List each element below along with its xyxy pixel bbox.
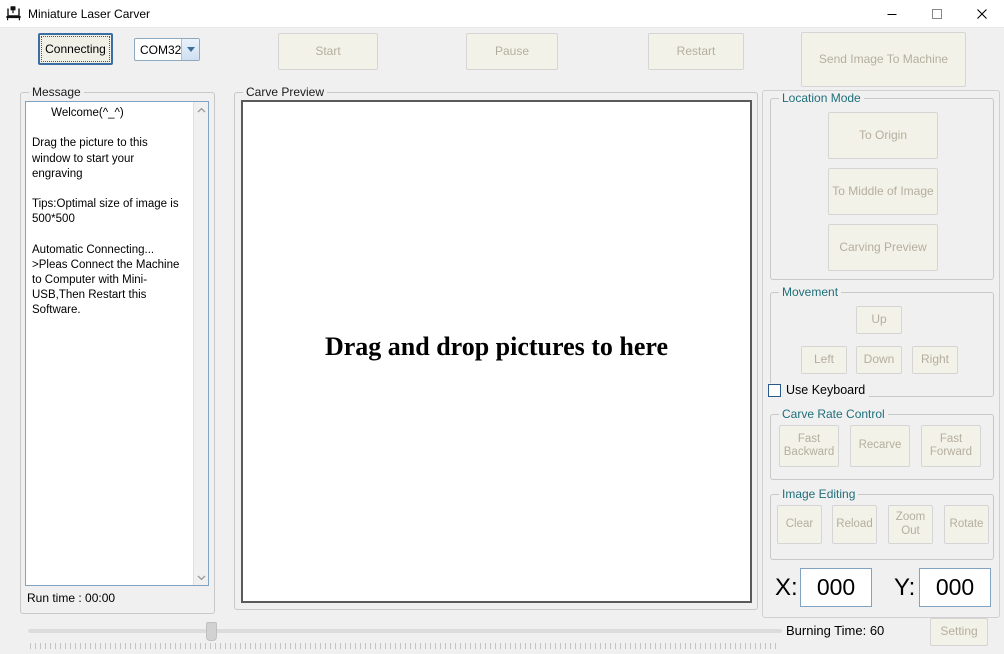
pause-button-label: Pause <box>494 43 530 58</box>
window-title: Miniature Laser Carver <box>28 6 151 21</box>
move-up-button[interactable]: Up <box>856 306 902 334</box>
scroll-up-icon[interactable] <box>194 102 209 118</box>
drop-hint-text: Drag and drop pictures to here <box>324 331 669 361</box>
message-group: Message Welcome(^_^) Drag the picture to… <box>20 85 215 614</box>
slider-thumb[interactable] <box>206 622 218 641</box>
message-scrollbar[interactable] <box>193 102 208 585</box>
fast-backward-label: Fast Backward <box>783 432 835 458</box>
use-keyboard-checkbox[interactable]: Use Keyboard <box>768 383 870 397</box>
carve-preview-group-label: Carve Preview <box>243 85 328 99</box>
rotate-button[interactable]: Rotate <box>944 505 989 544</box>
connect-button-label: Connecting <box>45 42 106 56</box>
title-bar: Miniature Laser Carver <box>0 0 1004 28</box>
zoom-out-button[interactable]: Zoom Out <box>888 505 933 544</box>
start-button[interactable]: Start <box>278 33 378 70</box>
clear-button[interactable]: Clear <box>777 505 822 544</box>
to-origin-label: To Origin <box>858 127 908 142</box>
start-button-label: Start <box>315 43 341 58</box>
move-left-button[interactable]: Left <box>801 346 847 374</box>
zoom-out-label: Zoom Out <box>895 511 926 537</box>
burning-time-slider[interactable] <box>28 620 782 650</box>
carve-preview-group: Carve Preview Drag and drop pictures to … <box>234 85 758 610</box>
carve-preview-canvas[interactable]: Drag and drop pictures to here <box>241 100 752 603</box>
y-coordinate-value: 000 <box>935 574 975 600</box>
restart-button[interactable]: Restart <box>648 33 744 70</box>
move-up-label: Up <box>871 312 887 327</box>
setting-button-label: Setting <box>940 624 978 639</box>
move-down-label: Down <box>863 352 895 367</box>
y-coordinate-label: Y: <box>894 574 916 601</box>
setting-button[interactable]: Setting <box>930 618 988 646</box>
minimize-button[interactable] <box>869 0 914 28</box>
to-middle-of-image-button[interactable]: To Middle of Image <box>828 168 938 215</box>
run-time-label: Run time : 00:00 <box>27 591 116 605</box>
close-button[interactable] <box>959 0 1004 28</box>
carving-preview-label: Carving Preview <box>839 239 927 254</box>
message-group-label: Message <box>29 85 84 99</box>
com-port-value: COM32 <box>140 42 182 57</box>
move-down-button[interactable]: Down <box>856 346 902 374</box>
window-controls <box>869 0 1004 28</box>
reload-button[interactable]: Reload <box>832 505 877 544</box>
rotate-label: Rotate <box>949 517 984 530</box>
connect-button[interactable]: Connecting <box>38 33 113 65</box>
carve-rate-control-group-label: Carve Rate Control <box>779 407 888 421</box>
app-window: Miniature Laser Carver Connecting COM32 … <box>0 0 1004 654</box>
location-mode-group-label: Location Mode <box>779 91 864 105</box>
restart-button-label: Restart <box>676 43 716 58</box>
checkbox-box-icon <box>768 383 781 397</box>
to-middle-of-image-label: To Middle of Image <box>832 183 934 198</box>
slider-tick-marks <box>30 643 780 649</box>
y-coordinate-field[interactable]: 000 <box>919 568 991 607</box>
pause-button[interactable]: Pause <box>466 33 558 70</box>
image-editing-group-label: Image Editing <box>779 487 859 501</box>
x-coordinate-value: 000 <box>816 574 856 600</box>
com-port-select[interactable]: COM32 <box>134 38 200 61</box>
carving-preview-button[interactable]: Carving Preview <box>828 224 938 271</box>
x-coordinate-label: X: <box>775 574 798 601</box>
send-image-to-machine-button[interactable]: Send Image To Machine <box>801 32 966 87</box>
burning-time-label: Burning Time: 60 <box>786 623 885 638</box>
maximize-button[interactable] <box>914 0 959 28</box>
fast-backward-button[interactable]: Fast Backward <box>779 425 839 467</box>
chevron-down-icon[interactable] <box>181 39 199 60</box>
use-keyboard-label: Use Keyboard <box>786 383 866 397</box>
clear-label: Clear <box>785 517 814 530</box>
app-icon <box>0 0 26 28</box>
x-coordinate-field[interactable]: 000 <box>800 568 872 607</box>
move-left-label: Left <box>813 352 834 367</box>
slider-track[interactable] <box>28 629 782 633</box>
move-right-button[interactable]: Right <box>912 346 958 374</box>
send-image-button-label: Send Image To Machine <box>818 51 949 66</box>
move-right-label: Right <box>920 352 949 367</box>
fast-forward-label: Fast Forward <box>929 432 973 458</box>
to-origin-button[interactable]: To Origin <box>828 112 938 159</box>
scroll-down-icon[interactable] <box>194 569 209 585</box>
reload-label: Reload <box>836 517 873 530</box>
recarve-label: Recarve <box>858 439 902 452</box>
recarve-button[interactable]: Recarve <box>850 425 910 467</box>
movement-group-label: Movement <box>779 285 842 299</box>
message-box[interactable]: Welcome(^_^) Drag the picture to this wi… <box>25 101 209 586</box>
fast-forward-button[interactable]: Fast Forward <box>921 425 981 467</box>
message-text: Welcome(^_^) Drag the picture to this wi… <box>32 107 180 317</box>
